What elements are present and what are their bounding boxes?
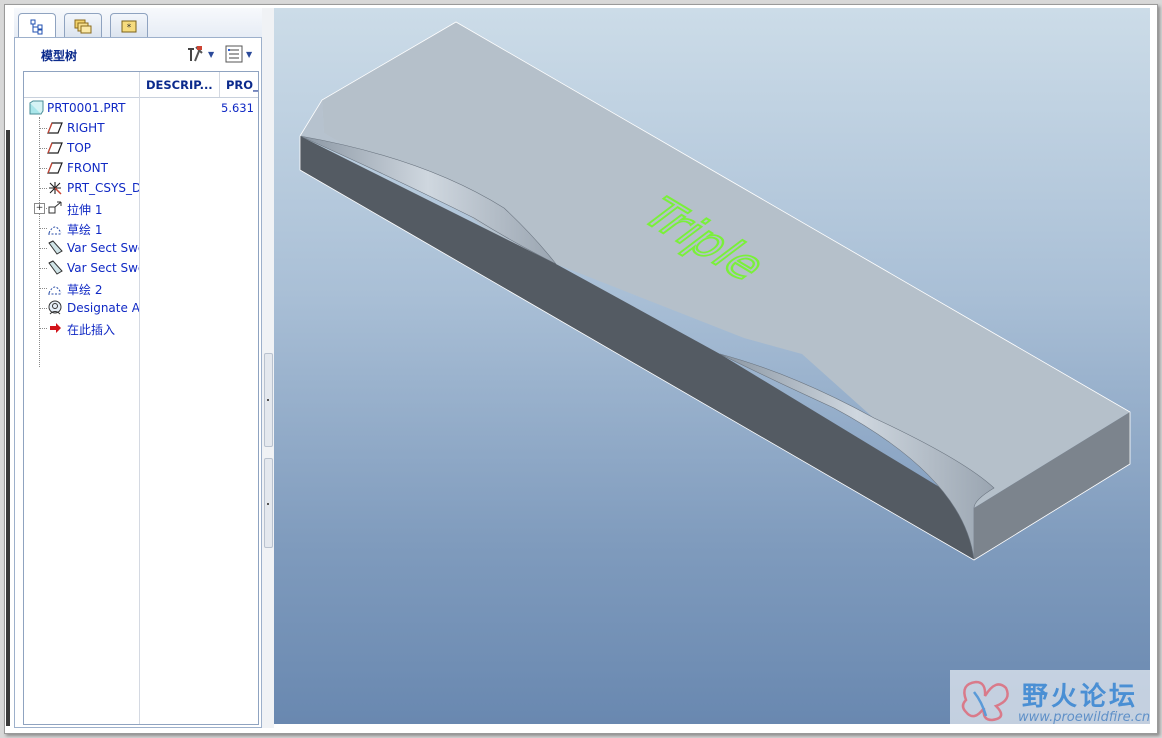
tree-branch-line bbox=[39, 288, 47, 289]
chevron-down-icon: ▼ bbox=[208, 49, 215, 59]
favorites-icon: * bbox=[121, 20, 137, 33]
column-header-description[interactable]: DESCRIP... bbox=[146, 72, 218, 97]
tree-branch-line bbox=[39, 128, 47, 129]
panel-splitter[interactable] bbox=[262, 8, 274, 728]
folder-browser-icon bbox=[74, 19, 92, 34]
tree-branch-line bbox=[39, 328, 47, 329]
chevron-down-icon: ▼ bbox=[246, 49, 253, 59]
coordinate-system-icon bbox=[49, 182, 62, 195]
tree-item-label: 拉伸 1 bbox=[67, 203, 103, 217]
tree-item-var-sect-sweep-1[interactable]: Var Sect Swe bbox=[24, 238, 258, 258]
sweep-icon bbox=[48, 260, 63, 275]
tree-branch-line bbox=[39, 248, 47, 249]
tree-item-csys[interactable]: PRT_CSYS_D bbox=[24, 178, 258, 198]
tree-item-top[interactable]: TOP bbox=[24, 138, 258, 158]
tree-item-sketch-2[interactable]: 草绘 2 bbox=[24, 278, 258, 298]
panel-title: 模型树 bbox=[41, 49, 78, 63]
sketch-icon bbox=[48, 286, 62, 295]
datum-plane-icon bbox=[47, 142, 63, 154]
tree-item-label: PRT_CSYS_D bbox=[67, 181, 139, 195]
datum-plane-icon bbox=[47, 122, 63, 134]
tree-item-value: 5.631 bbox=[221, 101, 254, 115]
tree-columns-button[interactable]: ▼ bbox=[225, 44, 259, 64]
tree-branch-line bbox=[39, 188, 47, 189]
sketch-icon bbox=[48, 226, 62, 235]
tree-item-label: 在此插入 bbox=[67, 323, 116, 337]
part-icon bbox=[29, 100, 44, 115]
tree-branch-line bbox=[39, 148, 47, 149]
insert-here-arrow-icon bbox=[50, 323, 61, 333]
column-header-pro[interactable]: PRO_ bbox=[226, 72, 258, 97]
model-tree-panel: 模型树 ▼ ▼ DESCRIP... PRO_ PRT0001.PRT 5.63… bbox=[14, 37, 262, 728]
tree-branch-line bbox=[39, 168, 47, 169]
tab-folder-browser[interactable] bbox=[64, 13, 102, 38]
tree-item-root[interactable]: PRT0001.PRT 5.631 bbox=[24, 98, 258, 118]
watermark-logo-icon bbox=[961, 680, 1009, 722]
tree-item-label: 草绘 1 bbox=[67, 223, 103, 237]
tree-branch-line bbox=[39, 228, 47, 229]
sweep-icon bbox=[48, 240, 63, 255]
tree-settings-button[interactable]: ▼ bbox=[185, 44, 219, 64]
tree-item-label: RIGHT bbox=[67, 121, 105, 135]
tab-model-tree[interactable] bbox=[18, 13, 56, 39]
tree-item-insert-here[interactable]: 在此插入 bbox=[24, 318, 258, 338]
watermark-url: www.proewildfire.cn bbox=[1018, 710, 1151, 725]
datum-plane-icon bbox=[47, 162, 63, 174]
grip-dot bbox=[267, 399, 269, 401]
tree-settings-icon bbox=[188, 46, 203, 62]
tree-item-label: PRT0001.PRT bbox=[47, 101, 126, 115]
left-edge-bar bbox=[6, 130, 10, 726]
column-divider bbox=[219, 72, 220, 97]
panel-header: 模型树 ▼ ▼ bbox=[15, 38, 261, 68]
tree-item-right[interactable]: RIGHT bbox=[24, 118, 258, 138]
tree-item-label: 草绘 2 bbox=[67, 283, 103, 297]
navigator-tab-strip: * bbox=[14, 8, 274, 39]
tree-item-extrude[interactable]: + 拉伸 1 bbox=[24, 198, 258, 218]
model-tree-icon bbox=[30, 19, 43, 34]
svg-text:*: * bbox=[127, 23, 132, 33]
tree-columns-icon bbox=[225, 45, 243, 63]
tab-favorites[interactable]: * bbox=[110, 13, 148, 38]
grip-dot bbox=[267, 503, 269, 505]
tree-item-var-sect-sweep-2[interactable]: Var Sect Swe bbox=[24, 258, 258, 278]
tree-branch-line bbox=[39, 308, 47, 309]
tree-item-label: FRONT bbox=[67, 161, 108, 175]
extrude-icon bbox=[48, 201, 62, 214]
model-tree: DESCRIP... PRO_ PRT0001.PRT 5.631 RIGHT bbox=[23, 71, 259, 725]
part-model[interactable]: Triple bbox=[274, 8, 1150, 724]
designate-icon bbox=[48, 300, 62, 315]
tree-item-designate[interactable]: Designate A bbox=[24, 298, 258, 318]
tree-branch-line bbox=[39, 268, 47, 269]
tree-item-label: TOP bbox=[67, 141, 92, 155]
graphics-window[interactable]: Triple bbox=[274, 8, 1150, 724]
tree-item-front[interactable]: FRONT bbox=[24, 158, 258, 178]
tree-item-sketch-1[interactable]: 草绘 1 bbox=[24, 218, 258, 238]
tree-item-label: Var Sect Swe bbox=[67, 261, 139, 275]
tree-item-label: Designate A bbox=[67, 301, 139, 315]
watermark-title: 野火论坛 bbox=[1022, 682, 1139, 712]
watermark: 野火论坛 www.proewildfire.cn bbox=[950, 670, 1150, 728]
tree-item-label: Var Sect Swe bbox=[67, 241, 139, 255]
column-header-row: DESCRIP... PRO_ bbox=[24, 72, 258, 98]
